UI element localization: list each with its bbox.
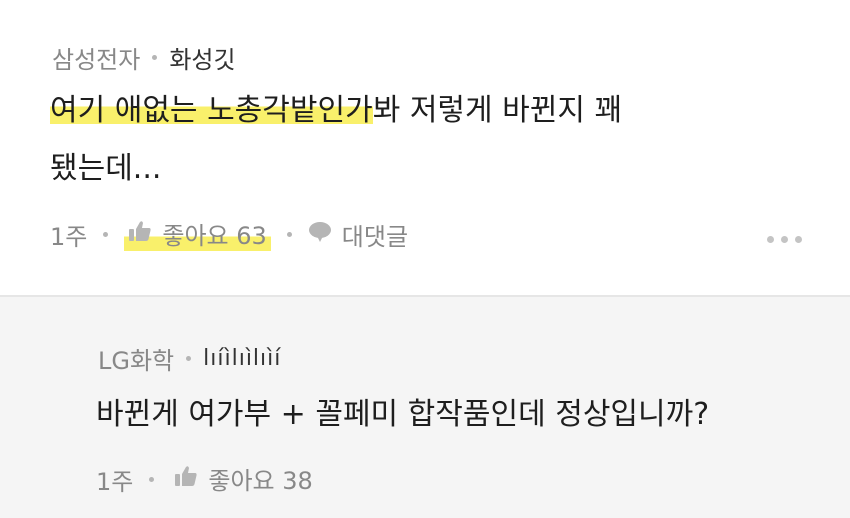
reply-like-count: 좋아요 38 (208, 467, 313, 495)
reply-label: 대댓글 (341, 223, 409, 251)
comment-time: 1주 (50, 223, 88, 251)
like-count: 좋아요 63 (162, 222, 267, 250)
author-affiliation: 삼성전자 (52, 46, 141, 74)
highlighted-text: 여기 애없는 노총각밭인가 (50, 93, 373, 128)
more-dots-icon[interactable] (767, 236, 802, 243)
author-nickname[interactable]: 화성깃 (169, 40, 235, 75)
separator-dot (286, 232, 292, 237)
reply-affiliation: LG화학 (98, 347, 175, 375)
comment-actions: 1주 좋아요 63 대댓글 (50, 216, 408, 253)
thumbs-up-icon (174, 465, 198, 493)
comment-author-line: 삼성전자 화성깃 (52, 40, 236, 75)
reply-nickname[interactable]: lıíìlıìlıìí (203, 346, 281, 371)
reply-like-button[interactable]: 좋아요 38 (170, 461, 316, 498)
comment-card: 삼성전자 화성깃 여기 애없는 노총각밭인가봐 저렇게 바뀐지 꽤 됐는데...… (0, 0, 850, 295)
reply-body: 바뀐게 여가부 + 꼴페미 합작품인데 정상입니까? (96, 397, 710, 432)
comment-line-1: 여기 애없는 노총각밭인가봐 저렇게 바뀐지 꽤 (50, 82, 622, 140)
speech-bubble-icon (308, 221, 332, 249)
reply-author-line: LG화학 lıíìlıìlıìí (98, 341, 281, 376)
like-button[interactable]: 좋아요 63 (124, 216, 271, 253)
reply-time: 1주 (96, 468, 134, 496)
separator-dot (103, 232, 109, 237)
comment-body: 여기 애없는 노총각밭인가봐 저렇게 바뀐지 꽤 됐는데... (50, 82, 622, 198)
separator-dot (186, 356, 192, 361)
reply-actions: 1주 좋아요 38 (96, 461, 317, 498)
separator-dot (152, 55, 158, 60)
comment-line-2: 됐는데... (50, 151, 162, 186)
thumbs-up-icon (128, 220, 152, 248)
separator-dot (149, 477, 155, 482)
reply-button[interactable]: 대댓글 (308, 217, 408, 252)
reply-card: LG화학 lıíìlıìlıìí 바뀐게 여가부 + 꼴페미 합작품인데 정상입… (0, 297, 850, 518)
comment-line-1-rest: 봐 저렇게 바뀐지 꽤 (372, 93, 623, 128)
